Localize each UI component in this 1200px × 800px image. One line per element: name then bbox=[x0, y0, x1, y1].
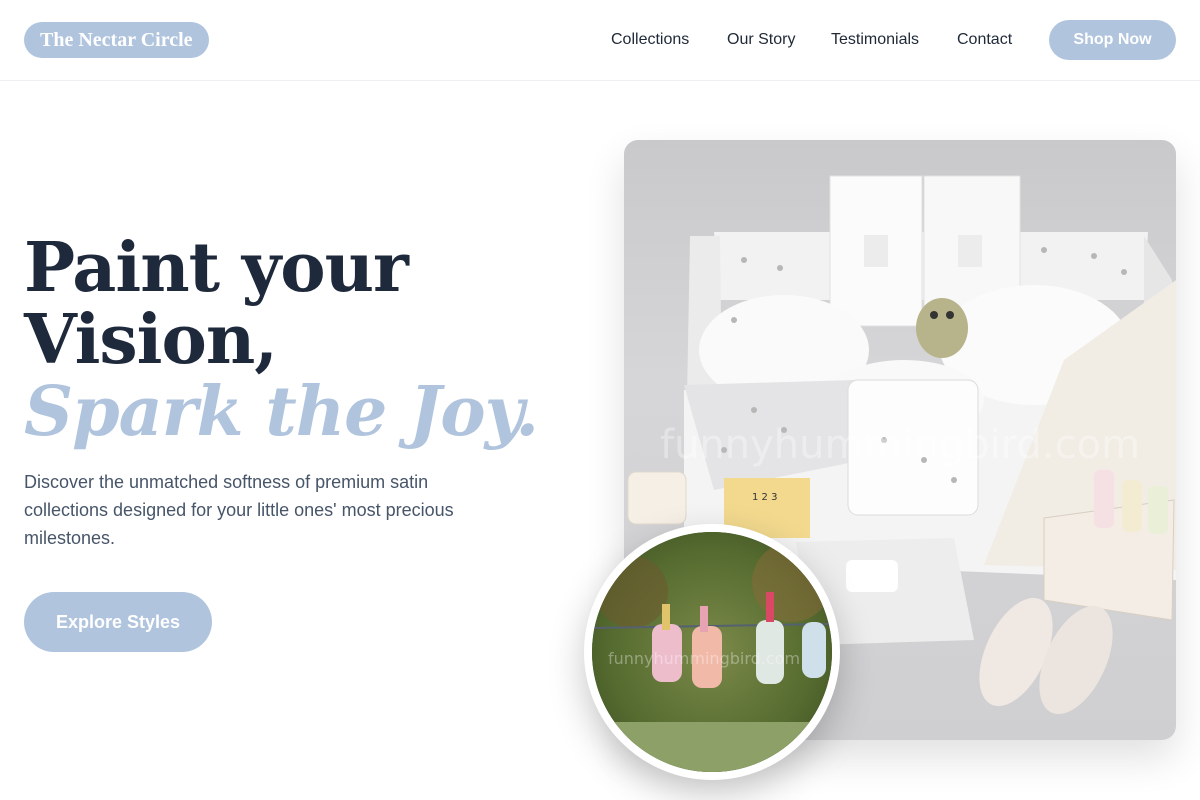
nav-link-collections[interactable]: Collections bbox=[611, 0, 689, 80]
headline-accent: Spark the Joy. bbox=[24, 372, 539, 452]
nav-link-contact[interactable]: Contact bbox=[957, 0, 1012, 80]
hero-headline: Paint your Vision, Spark the Joy. bbox=[24, 228, 539, 452]
svg-text:1 2 3: 1 2 3 bbox=[752, 492, 777, 503]
nav-link-testimonials[interactable]: Testimonials bbox=[831, 0, 919, 80]
circle-image-watermark: funnyhummingbird.com bbox=[608, 649, 800, 668]
main-image-watermark: funnyhummingbird.com bbox=[660, 422, 1140, 468]
headline-line-1: Paint your bbox=[24, 228, 409, 308]
brand-logo[interactable]: The Nectar Circle bbox=[24, 22, 209, 58]
shop-now-button[interactable]: Shop Now bbox=[1049, 20, 1176, 60]
hero-subtext: Discover the unmatched softness of premi… bbox=[24, 472, 454, 548]
baby-socks-clothesline-image: funnyhummingbird.com bbox=[584, 524, 840, 780]
site-header: The Nectar Circle Collections Our Story … bbox=[0, 0, 1200, 81]
baby-socks-illustration: funnyhummingbird.com bbox=[592, 532, 832, 772]
headline-line-2: Vision, bbox=[24, 300, 278, 380]
nav-link-our-story[interactable]: Our Story bbox=[727, 0, 795, 80]
explore-styles-button[interactable]: Explore Styles bbox=[24, 592, 212, 652]
